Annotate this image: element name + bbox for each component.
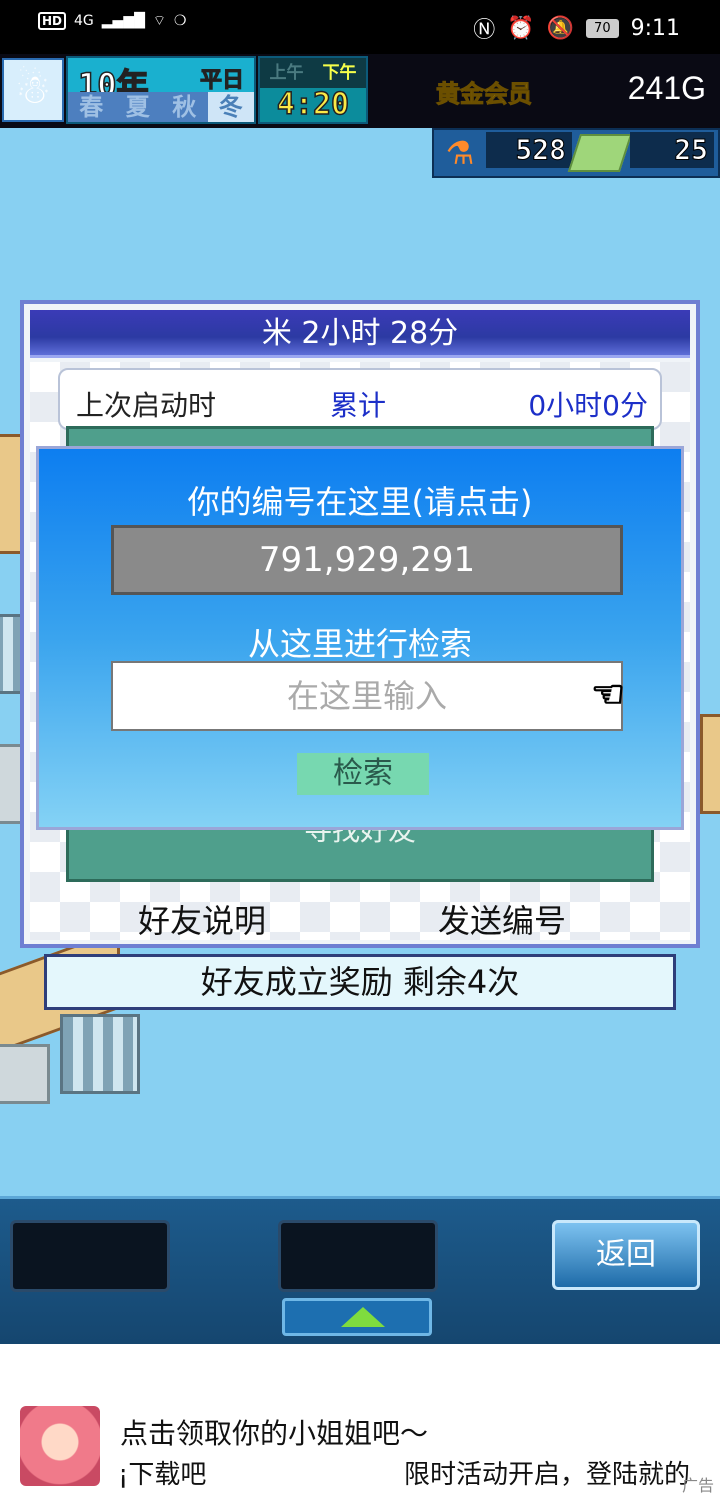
season-summer: 夏 xyxy=(125,93,150,121)
ad-tag: 广告 xyxy=(681,1476,714,1495)
friend-id-dialog: 你的编号在这里(请点击) 791,929,291 从这里进行检索 在这里输入 ☜… xyxy=(36,446,684,830)
search-button[interactable]: 检索 xyxy=(297,753,429,795)
alarm-icon: ⏰ xyxy=(507,15,535,41)
wifi-icon: ⌔ xyxy=(152,13,167,29)
search-heading: 从这里进行检索 xyxy=(247,625,472,663)
building-tile xyxy=(0,1044,50,1104)
network-indicator: 4G xyxy=(74,13,94,29)
mute-icon: 🔕 xyxy=(546,15,575,41)
friend-reward-bar: 好友成立奖励 剩余4次 xyxy=(44,954,676,1010)
last-launch-label: 上次启动时 xyxy=(76,389,217,422)
money-value: 241G xyxy=(627,70,706,106)
ad-character-image[interactable] xyxy=(20,1406,100,1486)
total-value: 0小时0分 xyxy=(528,389,648,422)
playtime-row: 上次启动时 累计 0小时0分 xyxy=(58,368,662,430)
user-id-button[interactable]: 791,929,291 xyxy=(111,525,623,595)
friend-info-button[interactable]: 好友说明 xyxy=(138,896,266,942)
toolbar-slot-left[interactable] xyxy=(10,1220,170,1292)
total-label: 累计 xyxy=(330,389,387,422)
pm-label: 下午 xyxy=(313,58,366,88)
season-autumn: 秋 xyxy=(172,93,197,121)
membership-badge[interactable]: 黄金会员 xyxy=(436,74,533,109)
building-tile xyxy=(60,1014,140,1094)
wechat-icon: ❍ xyxy=(174,13,187,29)
back-button[interactable]: 返回 xyxy=(552,1220,700,1290)
building-tile xyxy=(700,714,720,814)
research-points: 528 xyxy=(486,132,572,168)
season-spring: 春 xyxy=(79,93,104,121)
season-bar: 春 夏 秋 冬 xyxy=(68,92,254,122)
nfc-icon: Ⓝ xyxy=(473,18,496,43)
panel-title: 米 2小时 28分 xyxy=(30,310,690,358)
ad-promo-text[interactable]: 限时活动开启，登陆就的 xyxy=(404,1454,690,1491)
time-panel: 上午 下午 4:20 xyxy=(258,56,368,124)
ad-banner[interactable]: 点击领取你的小姐姐吧～ ¡下载吧 限时活动开启，登陆就的 广告 xyxy=(0,1344,720,1496)
am-label: 上午 xyxy=(260,58,313,88)
id-heading: 你的编号在这里(请点击) xyxy=(187,483,533,521)
signal-icon: ▂▄▆█ xyxy=(101,13,145,29)
status-bar: HD 4G ▂▄▆█ ⌔ ❍ Ⓝ ⏰ 🔕 70 9:11 xyxy=(0,0,720,54)
flask-icon: ⚗ xyxy=(445,134,475,172)
up-arrow-icon xyxy=(341,1307,385,1327)
ticket-count: 25 xyxy=(630,132,714,168)
hd-indicator: HD xyxy=(38,12,67,30)
ad-title[interactable]: 点击领取你的小姐姐吧～ xyxy=(120,1412,428,1452)
ad-subtitle[interactable]: ¡下载吧 xyxy=(118,1454,206,1491)
weekday-label: 平日 xyxy=(199,68,244,94)
send-id-button[interactable]: 发送编号 xyxy=(438,896,566,942)
season-winter: 冬 xyxy=(207,92,254,122)
snowman-icon: ☃ xyxy=(2,58,64,122)
calendar-panel: 10年 平日 春 夏 秋 冬 xyxy=(66,56,256,124)
battery-icon: 70 xyxy=(586,18,619,38)
clock-time: 9:11 xyxy=(630,15,680,41)
friend-id-input[interactable]: 在这里输入 xyxy=(111,661,623,731)
game-clock: 4:20 xyxy=(276,87,350,123)
toolbar-slot-center[interactable] xyxy=(278,1220,438,1292)
expand-menu-button[interactable] xyxy=(282,1298,432,1336)
pointing-hand-icon: ☜ xyxy=(590,672,626,716)
